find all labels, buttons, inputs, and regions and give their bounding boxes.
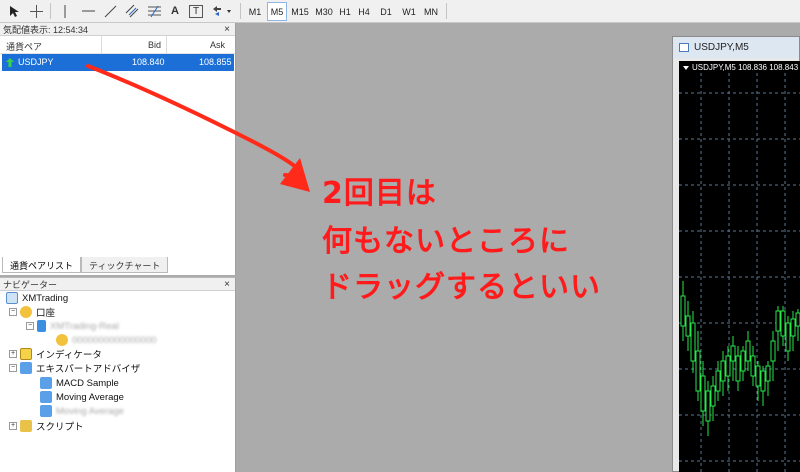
candle-body [690,322,696,362]
candle-body [765,365,771,382]
candle-body [680,295,686,327]
annotation-line-2: 何もないところに [322,224,570,259]
candle-body [715,370,721,392]
candle-body [705,390,711,422]
candle-body [770,340,776,362]
candle-body [755,365,761,387]
candle-body [780,310,786,337]
candle-body [735,355,741,382]
candle-body [730,345,736,362]
candle-body [725,355,731,377]
candle-body [720,360,726,382]
candle-body [710,385,716,407]
candle-body [795,312,800,327]
candle-body [745,340,751,362]
chart-window[interactable]: USDJPY,M5 USDJPY,M5 108.836 108.843 1 [672,36,800,472]
chart-quote-label: USDJPY,M5 108.836 108.843 1 [683,63,800,72]
candle-body [790,318,796,337]
chart-canvas[interactable]: USDJPY,M5 108.836 108.843 1 [679,61,800,472]
chart-titlebar[interactable]: USDJPY,M5 [673,37,799,58]
price-chart[interactable] [679,61,800,472]
candle-body [760,370,766,392]
annotation-line-1: 2回目は [322,176,437,211]
candle-body [775,310,781,332]
chart-window-icon [679,43,689,52]
candle-body [685,315,691,337]
chart-window-title: USDJPY,M5 [694,42,749,53]
candle-body [700,375,706,412]
candle-body [740,350,746,372]
candle-body [785,322,791,352]
candle-body [750,355,756,377]
candle-body [695,350,701,392]
annotation-line-3: ドラッグするといい [322,270,601,305]
